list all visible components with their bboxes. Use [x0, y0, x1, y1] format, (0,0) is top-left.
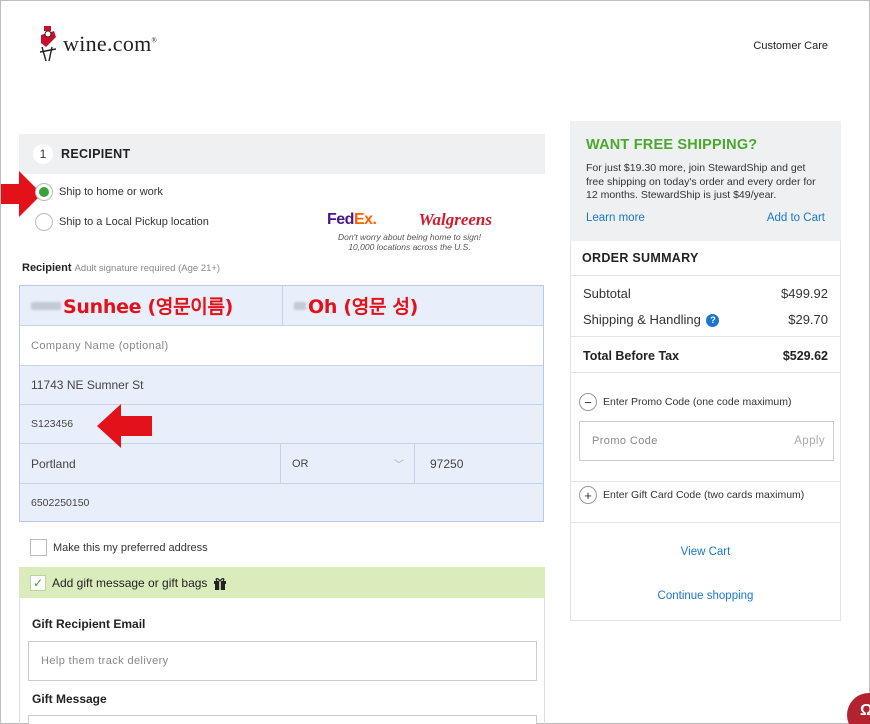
plus-icon: +: [579, 486, 597, 504]
shipping-label: Shipping & Handling: [583, 312, 701, 327]
pickup-note: Don't worry about being home to sign! 10…: [338, 232, 481, 252]
gift-options-toggle[interactable]: ✓ Add gift message or gift bags: [19, 567, 545, 598]
gift-email-input[interactable]: Help them track delivery: [28, 641, 537, 681]
ship-pickup-option[interactable]: Ship to a Local Pickup location: [35, 213, 209, 231]
recipient-section-header: 1 RECIPIENT: [19, 134, 545, 174]
company-name-field[interactable]: Company Name (optional): [20, 326, 543, 365]
preferred-address-option[interactable]: Make this my preferred address: [30, 539, 208, 556]
shipping-value: $29.70: [788, 312, 828, 327]
wine-com-logo[interactable]: wine.com®: [37, 25, 157, 63]
carrier-logos: FedEx. Walgreens Don't worry about being…: [327, 210, 492, 252]
customer-care-link[interactable]: Customer Care: [753, 40, 828, 52]
gift-icon: [214, 577, 227, 590]
gift-message-input[interactable]: [28, 715, 537, 724]
gift-bar-label: Add gift message or gift bags: [52, 575, 208, 590]
divider: [571, 275, 840, 276]
total-value: $529.62: [782, 349, 828, 363]
subtotal-row: Subtotal $499.92: [583, 286, 828, 301]
address1-row: 11743 NE Sumner St: [20, 366, 543, 405]
first-name-field[interactable]: Sunhee (영문이름): [20, 286, 282, 325]
gift-checkbox[interactable]: ✓: [30, 574, 46, 591]
add-to-cart-link[interactable]: Add to Cart: [767, 212, 825, 224]
learn-more-link[interactable]: Learn more: [586, 212, 645, 224]
recipient-label-note: Adult signature required (Age 21+): [74, 263, 221, 274]
redacted-text: [31, 301, 61, 310]
company-row: Company Name (optional): [20, 326, 543, 366]
divider: [571, 481, 840, 482]
continue-shopping-link[interactable]: Continue shopping: [571, 590, 840, 602]
promo-toggle-label: Enter Promo Code (one code maximum): [603, 396, 792, 408]
state-select[interactable]: OR ﹀: [280, 444, 414, 483]
last-name-field[interactable]: Oh (영문 성): [282, 286, 543, 325]
divider: [571, 372, 840, 373]
address-line1-field[interactable]: 11743 NE Sumner St: [20, 366, 543, 404]
ship-pickup-radio[interactable]: [35, 213, 53, 231]
shipping-row: Shipping & Handling ? $29.70: [583, 312, 828, 327]
gift-card-toggle[interactable]: + Enter Gift Card Code (two cards maximu…: [579, 486, 804, 504]
promo-code-input[interactable]: Promo Code Apply: [579, 421, 834, 461]
divider: [571, 522, 840, 523]
annotation-arrow-left-icon: [97, 404, 152, 448]
recipient-label: Recipient Adult signature required (Age …: [22, 262, 221, 274]
phone-row: 6502250150: [20, 484, 543, 521]
apply-button[interactable]: Apply: [794, 435, 825, 447]
promo-code-toggle[interactable]: − Enter Promo Code (one code maximum): [579, 393, 792, 411]
city-field[interactable]: Portland: [20, 444, 280, 483]
zip-field[interactable]: 97250: [414, 444, 543, 483]
name-row: Sunhee (영문이름) Oh (영문 성): [20, 286, 543, 326]
city-state-zip-row: Portland OR ﹀ 97250: [20, 444, 543, 484]
order-summary-title: ORDER SUMMARY: [582, 251, 699, 265]
free-shipping-title: WANT FREE SHIPPING?: [586, 137, 758, 153]
ship-pickup-label: Ship to a Local Pickup location: [59, 216, 209, 228]
minus-icon: −: [579, 393, 597, 411]
preferred-address-label: Make this my preferred address: [53, 541, 208, 554]
chevron-down-icon: ﹀: [394, 460, 404, 471]
preferred-address-checkbox[interactable]: [30, 539, 47, 556]
gift-message-label: Gift Message: [32, 692, 107, 706]
help-question-icon[interactable]: ?: [706, 313, 720, 327]
subtotal-label: Subtotal: [583, 286, 631, 301]
ship-home-label: Ship to home or work: [59, 186, 163, 198]
free-shipping-promo: WANT FREE SHIPPING? For just $19.30 more…: [570, 121, 841, 241]
phone-field[interactable]: 6502250150: [20, 484, 543, 521]
total-label: Total Before Tax: [583, 349, 680, 363]
chat-icon[interactable]: Ω: [847, 693, 870, 724]
subtotal-value: $499.92: [781, 286, 828, 301]
view-cart-link[interactable]: View Cart: [571, 546, 840, 558]
fedex-logo: FedEx.: [327, 211, 377, 228]
redacted-text: [294, 301, 306, 310]
step-number: 1: [33, 144, 53, 164]
gift-panel: Gift Recipient Email Help them track del…: [19, 598, 545, 724]
free-shipping-text: For just $19.30 more, join StewardShip a…: [586, 162, 816, 201]
gift-email-label: Gift Recipient Email: [32, 617, 146, 631]
ship-home-option[interactable]: Ship to home or work: [35, 183, 163, 201]
total-row: Total Before Tax $529.62: [583, 349, 828, 363]
radio-selected-dot: [39, 187, 49, 197]
divider: [571, 336, 840, 337]
order-summary: ORDER SUMMARY Subtotal $499.92 Shipping …: [570, 241, 841, 621]
recipient-title: RECIPIENT: [61, 147, 131, 161]
wine-bottle-logo-icon: [39, 26, 57, 62]
ship-home-radio[interactable]: [35, 183, 53, 201]
gift-card-toggle-label: Enter Gift Card Code (two cards maximum): [603, 489, 805, 501]
walgreens-logo: Walgreens: [418, 210, 492, 229]
logo-wordmark: wine.com®: [63, 31, 158, 56]
